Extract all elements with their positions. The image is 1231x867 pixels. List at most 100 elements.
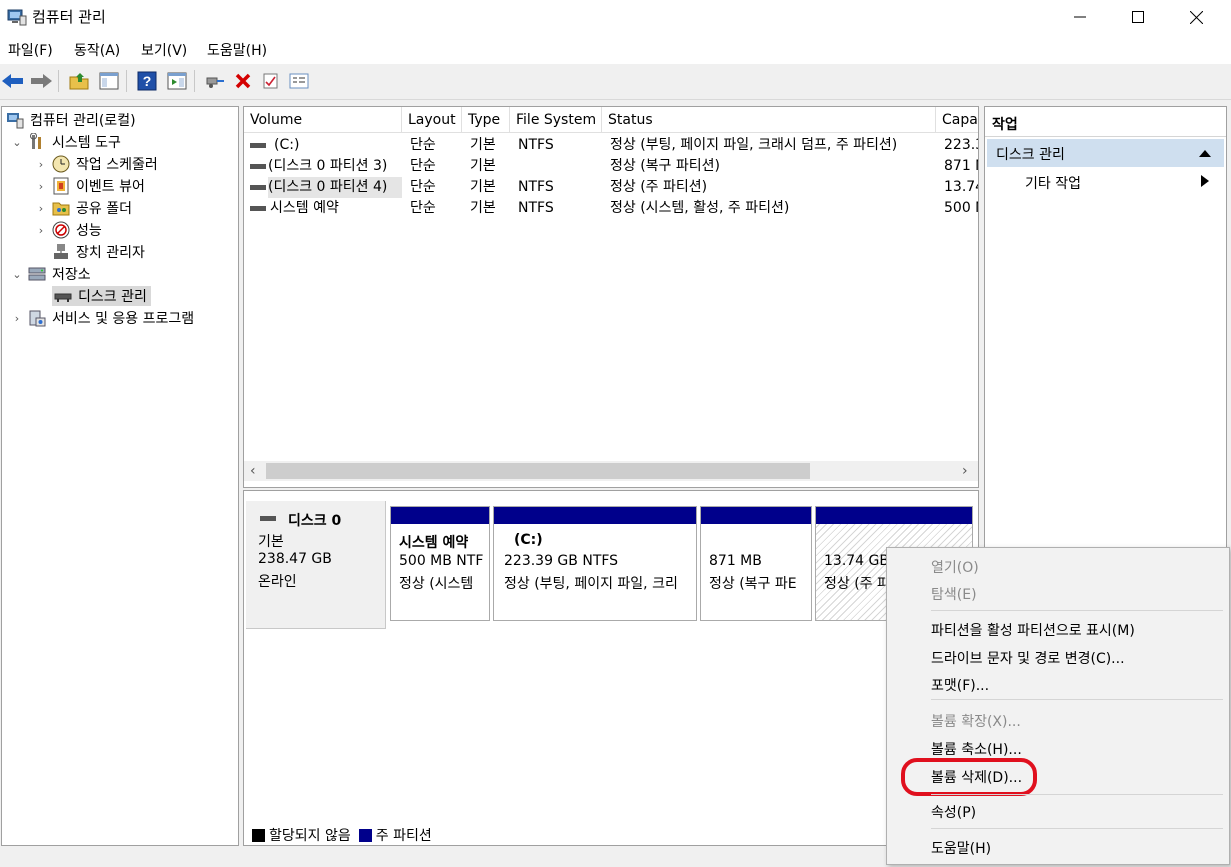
tools-icon xyxy=(28,132,46,151)
menu-item-shrink-volume[interactable]: 볼륨 축소(H)... xyxy=(931,739,1022,759)
partition-c-drive[interactable]: (C:) 223.39 GB NTFS 정상 (부팅, 페이지 파일, 크리 xyxy=(493,506,697,621)
tree-item-device-manager[interactable]: 장치 관리자 xyxy=(2,241,238,263)
table-row[interactable]: (C:) 단순 기본 NTFS 정상 (부팅, 페이지 파일, 크래시 덤프, … xyxy=(244,135,978,156)
tree-item-event-viewer[interactable]: › 이벤트 뷰어 xyxy=(2,175,238,197)
menu-action[interactable]: 동작(A) xyxy=(74,40,120,60)
partition-status: 정상 (시스템 xyxy=(399,576,474,592)
chevron-right-icon[interactable]: › xyxy=(10,312,24,325)
menu-item-open[interactable]: 열기(O) xyxy=(931,557,979,577)
chevron-right-icon[interactable]: › xyxy=(34,224,48,237)
properties-icon[interactable] xyxy=(286,68,312,94)
svg-text:?: ? xyxy=(143,73,152,89)
computer-management-icon xyxy=(7,7,27,27)
column-header-file-system[interactable]: File System xyxy=(510,107,602,133)
services-icon xyxy=(28,309,46,327)
horizontal-scrollbar[interactable]: ‹ › xyxy=(244,461,978,481)
chevron-down-icon[interactable]: ⌄ xyxy=(10,268,24,281)
partition-recovery[interactable]: 871 MB 정상 (복구 파E xyxy=(700,506,812,621)
delete-icon[interactable] xyxy=(230,68,256,94)
menu-item-properties[interactable]: 속성(P) xyxy=(931,802,976,822)
checklist-icon[interactable] xyxy=(258,68,284,94)
column-header-volume[interactable]: Volume xyxy=(244,107,402,133)
connect-icon[interactable] xyxy=(202,68,228,94)
disk-graphical-view: 디스크 0 기본 238.47 GB 온라인 시스템 예약 500 MB NTF… xyxy=(243,490,979,846)
highlight-ring xyxy=(901,758,1037,796)
partition-bar xyxy=(816,507,972,524)
minimize-button[interactable] xyxy=(1051,0,1109,34)
disk-icon xyxy=(54,287,72,305)
help-icon[interactable]: ? xyxy=(134,68,160,94)
actions-section-disk-management[interactable]: 디스크 관리 xyxy=(987,139,1224,167)
chevron-right-icon[interactable]: › xyxy=(34,158,48,171)
cell-status: 정상 (주 파티션) xyxy=(610,179,708,195)
cell-layout: 단순 xyxy=(410,200,436,216)
actions-item-label: 기타 작업 xyxy=(1025,176,1081,192)
column-header-capacity[interactable]: Capa xyxy=(936,107,978,133)
disk-name: 디스크 0 xyxy=(288,513,342,529)
forward-icon[interactable] xyxy=(28,68,54,94)
actions-section-label: 디스크 관리 xyxy=(996,147,1065,163)
disk-state: 온라인 xyxy=(258,574,297,590)
menu-item-mark-active[interactable]: 파티션을 활성 파티션으로 표시(M) xyxy=(931,620,1135,640)
volume-icon xyxy=(250,139,266,155)
menu-item-format[interactable]: 포맷(F)... xyxy=(931,675,989,695)
chevron-right-icon[interactable]: › xyxy=(34,180,48,193)
menu-help[interactable]: 도움말(H) xyxy=(207,40,267,60)
partition-size: 223.39 GB NTFS xyxy=(504,553,619,569)
disk-info-card[interactable]: 디스크 0 기본 238.47 GB 온라인 xyxy=(246,501,386,629)
menu-item-help[interactable]: 도움말(H) xyxy=(931,838,991,858)
tree-label: 공유 폴더 xyxy=(76,201,132,217)
column-header-layout[interactable]: Layout xyxy=(402,107,462,133)
partition-name: 시스템 예약 xyxy=(399,535,469,551)
partition-system-reserved[interactable]: 시스템 예약 500 MB NTF 정상 (시스템 xyxy=(390,506,490,621)
table-row[interactable]: 시스템 예약 단순 기본 NTFS 정상 (시스템, 활성, 주 파티션) 50… xyxy=(244,198,978,219)
tree-item-shared-folders[interactable]: › 공유 폴더 xyxy=(2,197,238,219)
cell-type: 기본 xyxy=(470,200,496,216)
up-folder-icon[interactable] xyxy=(66,68,92,94)
close-button[interactable] xyxy=(1167,0,1225,34)
collapse-up-icon[interactable] xyxy=(1199,146,1211,162)
tree-item-storage[interactable]: ⌄ 저장소 xyxy=(2,263,238,285)
storage-icon xyxy=(28,265,46,283)
partition-status: 정상 (복구 파E xyxy=(709,576,797,592)
tree-label: 서비스 및 응용 프로그램 xyxy=(52,311,195,327)
chevron-down-icon[interactable]: ⌄ xyxy=(10,136,24,149)
back-icon[interactable] xyxy=(0,68,26,94)
scroll-right-button[interactable]: › xyxy=(962,461,968,481)
volume-icon xyxy=(250,160,266,176)
menu-view[interactable]: 보기(V) xyxy=(141,40,187,60)
tree-item-task-scheduler[interactable]: › 작업 스케줄러 xyxy=(2,153,238,175)
disk-size: 238.47 GB xyxy=(258,551,332,567)
table-row[interactable]: (디스크 0 파티션 3) 단순 기본 정상 (복구 파티션) 871 N xyxy=(244,156,978,177)
actions-item-more-actions[interactable]: 기타 작업 xyxy=(987,169,1224,195)
tree-item-computer-management[interactable]: 컴퓨터 관리(로컬) xyxy=(2,109,238,131)
chevron-right-icon[interactable]: › xyxy=(34,202,48,215)
partition-bar xyxy=(701,507,811,524)
show-tree-icon[interactable] xyxy=(96,68,122,94)
column-header-status[interactable]: Status xyxy=(602,107,936,133)
partition-name: (C:) xyxy=(514,532,543,548)
scroll-left-button[interactable]: ‹ xyxy=(250,461,256,481)
tree-label: 디스크 관리 xyxy=(78,289,147,305)
show-actions-icon[interactable] xyxy=(164,68,190,94)
column-header-type[interactable]: Type xyxy=(462,107,510,133)
tree-label: 저장소 xyxy=(52,267,91,283)
toolbar-separator xyxy=(58,70,59,92)
cell-volume: (C:) xyxy=(274,137,300,153)
scrollbar-thumb[interactable] xyxy=(266,463,810,479)
menu-file[interactable]: 파일(F) xyxy=(8,40,53,60)
tree-label: 시스템 도구 xyxy=(52,135,121,151)
menu-separator xyxy=(931,828,1223,829)
tree-item-system-tools[interactable]: ⌄ 시스템 도구 xyxy=(2,131,238,153)
menu-item-extend-volume[interactable]: 볼륨 확장(X)... xyxy=(931,711,1021,731)
cell-status: 정상 (시스템, 활성, 주 파티션) xyxy=(610,200,790,216)
maximize-button[interactable] xyxy=(1109,0,1167,34)
tree-item-disk-management[interactable]: 디스크 관리 xyxy=(2,285,238,307)
legend-label-primary: 주 파티션 xyxy=(375,828,432,844)
tree-item-performance[interactable]: › 성능 xyxy=(2,219,238,241)
tree-item-services-apps[interactable]: › 서비스 및 응용 프로그램 xyxy=(2,307,238,329)
event-viewer-icon xyxy=(52,177,70,195)
table-row[interactable]: (디스크 0 파티션 4) 단순 기본 NTFS 정상 (주 파티션) 13.7… xyxy=(244,177,978,198)
menu-item-explore[interactable]: 탐색(E) xyxy=(931,584,977,604)
menu-item-change-drive-letter[interactable]: 드라이브 문자 및 경로 변경(C)... xyxy=(931,648,1125,668)
